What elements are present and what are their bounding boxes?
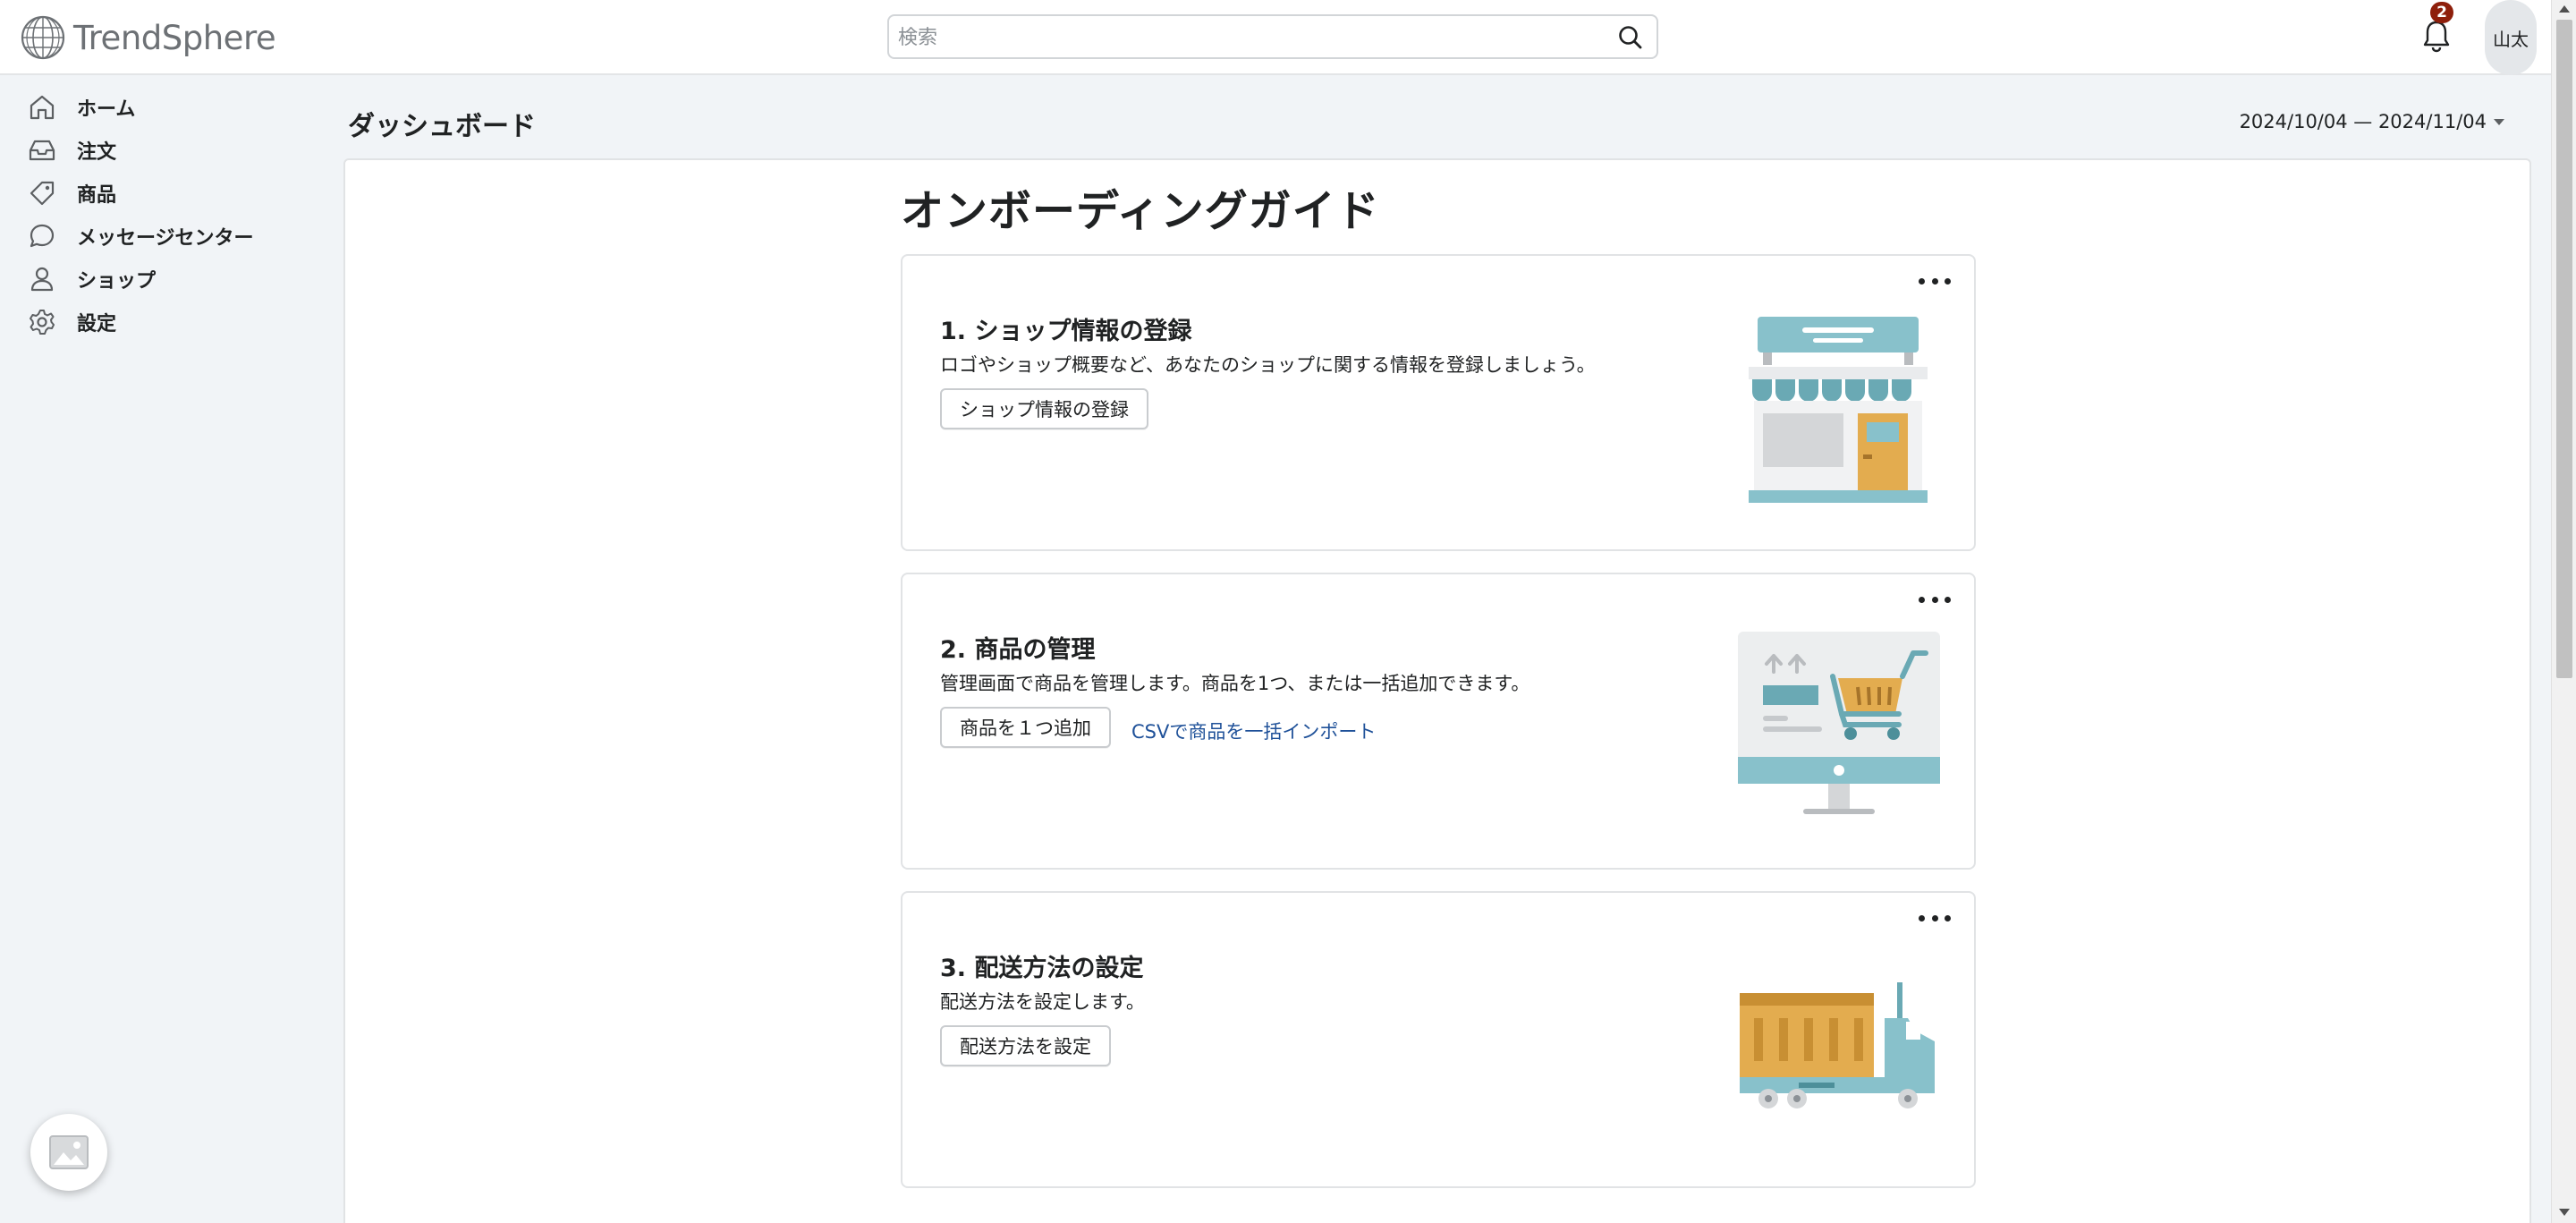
card-title: 3. 配送方法の設定 bbox=[940, 955, 1144, 982]
search-box bbox=[887, 14, 1658, 59]
chat-bubble-icon bbox=[30, 224, 55, 248]
user-avatar[interactable]: 山太 bbox=[2485, 0, 2537, 75]
top-bar: TrendSphere 2 山太 bbox=[0, 0, 2551, 75]
date-range-picker[interactable]: 2024/10/04 — 2024/11/04 bbox=[2240, 111, 2504, 132]
sidebar-item-products[interactable]: 商品 bbox=[27, 174, 313, 213]
sidebar-item-orders[interactable]: 注文 bbox=[27, 131, 313, 170]
monitor-cart-illustration bbox=[1738, 632, 1940, 814]
search-input[interactable] bbox=[898, 21, 1596, 54]
inbox-icon bbox=[29, 140, 55, 161]
sidebar-item-settings[interactable]: 設定 bbox=[27, 302, 313, 342]
card-description: ロゴやショップ概要など、あなたのショップに関する情報を登録しましょう。 bbox=[940, 354, 1596, 376]
notification-badge: 2 bbox=[2430, 2, 2453, 23]
sidebar-item-label: メッセージセンター bbox=[77, 227, 254, 250]
scroll-down-arrow-icon[interactable] bbox=[2559, 1209, 2570, 1216]
onboarding-card-shop-info: 1. ショップ情報の登録 ロゴやショップ概要など、あなたのショップに関する情報を… bbox=[901, 254, 1976, 551]
register-shop-info-button[interactable]: ショップ情報の登録 bbox=[940, 388, 1148, 429]
card-title: 2. 商品の管理 bbox=[940, 636, 1096, 664]
sidebar-item-label: ショップ bbox=[77, 270, 157, 293]
bell-icon[interactable] bbox=[2420, 18, 2453, 54]
date-range-label: 2024/10/04 — 2024/11/04 bbox=[2239, 111, 2487, 132]
person-icon bbox=[30, 267, 54, 292]
sidebar-item-messages[interactable]: メッセージセンター bbox=[27, 217, 313, 256]
csv-import-link[interactable]: CSVで商品を一括インポート bbox=[1131, 718, 1376, 744]
sidebar-item-shop[interactable]: ショップ bbox=[27, 259, 313, 299]
storefront-illustration bbox=[1749, 317, 1928, 503]
card-description: 管理画面で商品を管理します。商品を1つ、または一括追加できます。 bbox=[940, 673, 1530, 694]
sidebar-item-label: 注文 bbox=[77, 141, 117, 164]
more-options-icon[interactable] bbox=[1919, 268, 1951, 293]
logo[interactable]: TrendSphere bbox=[20, 13, 276, 63]
more-options-icon[interactable] bbox=[1919, 905, 1951, 930]
set-shipping-method-button[interactable]: 配送方法を設定 bbox=[940, 1025, 1111, 1066]
card-description: 配送方法を設定します。 bbox=[940, 991, 1145, 1013]
globe-logo-icon bbox=[21, 15, 65, 60]
sidebar-item-label: 商品 bbox=[77, 184, 117, 207]
image-icon bbox=[49, 1135, 89, 1169]
tag-icon bbox=[30, 181, 55, 206]
search-icon[interactable] bbox=[1617, 24, 1644, 51]
delivery-truck-illustration bbox=[1740, 982, 1935, 1108]
sidebar-item-label: ホーム bbox=[77, 98, 136, 121]
add-one-product-button[interactable]: 商品を１つ追加 bbox=[940, 707, 1111, 748]
more-options-icon[interactable] bbox=[1919, 587, 1951, 612]
onboarding-guide-title: オンボーディングガイド bbox=[901, 186, 1380, 236]
scroll-thumb[interactable] bbox=[2556, 20, 2572, 678]
page-scrollbar[interactable] bbox=[2551, 0, 2576, 1223]
app-name: TrendSphere bbox=[73, 18, 276, 57]
sidebar-item-home[interactable]: ホーム bbox=[27, 88, 313, 127]
floating-image-button[interactable] bbox=[30, 1114, 107, 1191]
onboarding-card-shipping: 3. 配送方法の設定 配送方法を設定します。 配送方法を設定 bbox=[901, 891, 1976, 1188]
home-icon bbox=[30, 95, 55, 120]
onboarding-card-products: 2. 商品の管理 管理画面で商品を管理します。商品を1つ、または一括追加できます… bbox=[901, 573, 1976, 870]
page-title: ダッシュボード bbox=[348, 111, 536, 142]
card-title: 1. ショップ情報の登録 bbox=[940, 318, 1192, 345]
user-name: 山太 bbox=[2493, 28, 2529, 50]
gear-icon bbox=[30, 310, 55, 335]
scroll-up-arrow-icon[interactable] bbox=[2559, 5, 2570, 13]
caret-down-icon bbox=[2494, 118, 2504, 125]
sidebar-item-label: 設定 bbox=[77, 313, 117, 335]
sidebar: ホーム 注文 商品 メッセージセンター ショップ 設定 bbox=[0, 75, 322, 1223]
